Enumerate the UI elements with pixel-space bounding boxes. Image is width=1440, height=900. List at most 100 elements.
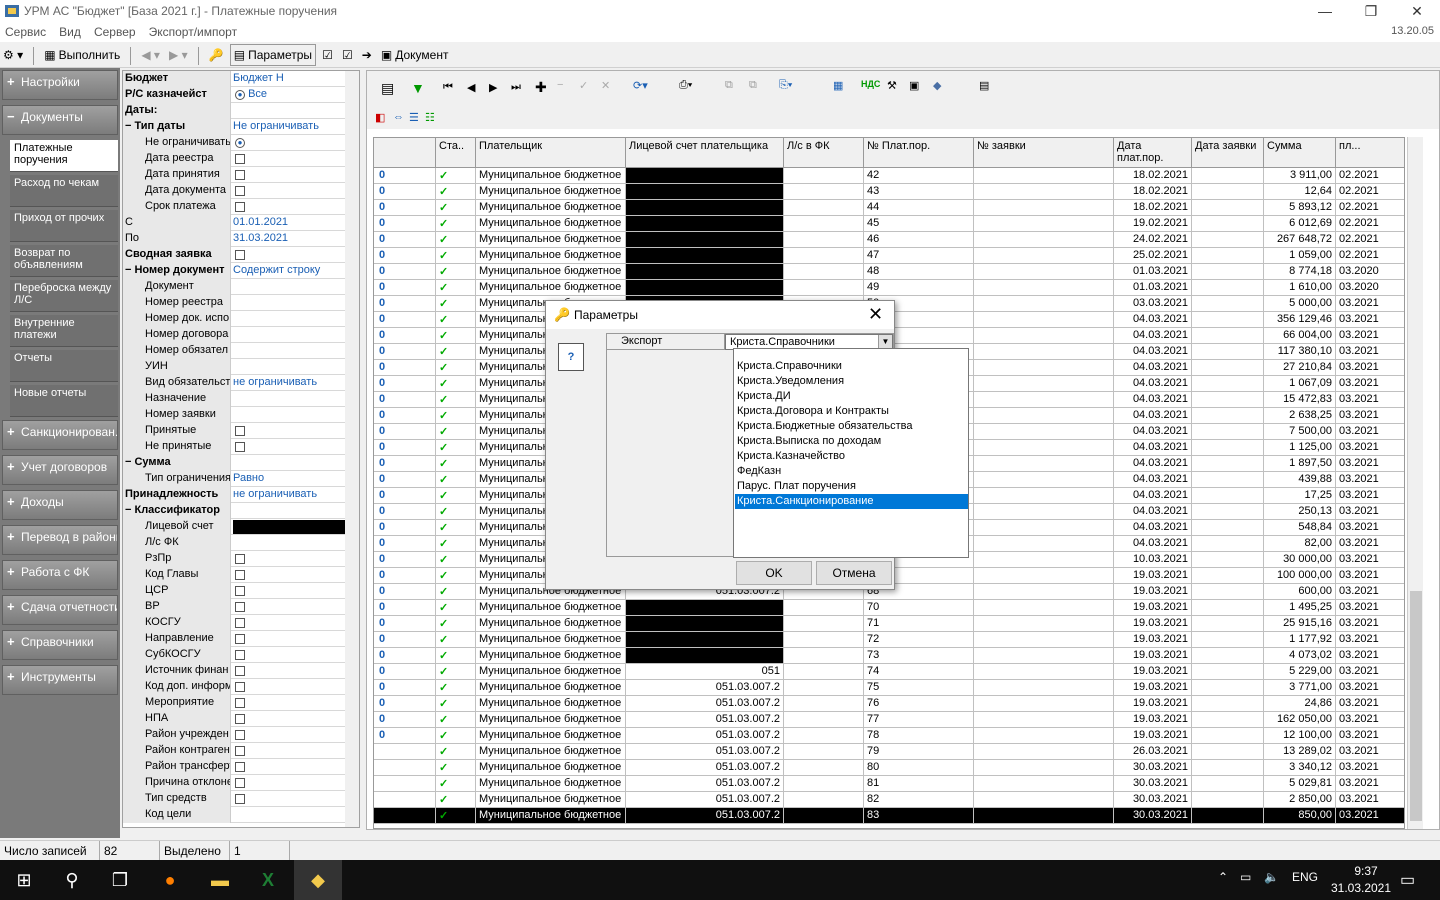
column-header[interactable]: Сумма (1264, 138, 1336, 168)
filter-checkbox[interactable] (233, 600, 345, 615)
paste-icon[interactable]: ⧉ (749, 79, 757, 92)
filter-value[interactable]: Равно (233, 472, 345, 484)
clipboard-icon[interactable]: ⎘▾ (779, 79, 792, 92)
table-row[interactable]: 0 ✓ Муниципальное бюджетное 46 24.02.2021 267… (374, 232, 1404, 248)
sidebar-subitem[interactable]: Приход от прочих (10, 210, 118, 242)
clock-time[interactable]: 9:37 (1336, 864, 1396, 878)
filter-checkbox[interactable] (233, 440, 345, 455)
params-button[interactable]: ▤ Параметры (229, 44, 317, 66)
windows-start-icon[interactable]: ⊞ (0, 860, 48, 900)
filter-value[interactable]: Содержит строку (233, 264, 345, 276)
filter-row[interactable]: Номер док. испо (123, 311, 345, 327)
table-row[interactable]: 0 ✓ Муниципальное бюджетное 45 19.02.2021 6 0… (374, 216, 1404, 232)
table-row[interactable]: 0 ✓ Муниципальное бюджетное 47 25.02.2021 1 0… (374, 248, 1404, 264)
filter-row[interactable]: НПА (123, 711, 345, 727)
notifications-icon[interactable]: ▭ (1400, 870, 1415, 890)
column-header[interactable]: Дата плат.пор. (1114, 138, 1192, 168)
table-row[interactable]: 0 ✓ Муниципальное бюджетное 49 01.03.2021 1 6… (374, 280, 1404, 296)
firefox-icon[interactable]: ● (146, 860, 194, 900)
table-row[interactable]: 0 ✓ Муниципальное бюджетное 42 18.02.2021 3 9… (374, 168, 1404, 184)
checkbox-icon[interactable] (235, 634, 245, 644)
sidebar-group[interactable]: + Инструменты (2, 665, 118, 695)
filter-row[interactable]: Источник финан (123, 663, 345, 679)
filter-row[interactable]: Не ограничивать ● (123, 135, 345, 151)
radio-icon[interactable]: ● (235, 90, 245, 100)
menu-server[interactable]: Сервер (89, 22, 141, 42)
sidebar-subitem[interactable]: Возврат по объявлениям (10, 245, 118, 277)
execute-button[interactable]: ▦ Выполнить (41, 44, 123, 66)
filter-checkbox[interactable] (233, 568, 345, 583)
network-icon[interactable]: ▭ (1240, 870, 1251, 884)
filter-checkbox[interactable] (233, 664, 345, 679)
checkbox-icon[interactable] (235, 250, 245, 260)
table-row[interactable]: 0 ✓ Муниципальное бюджетное 051.03.007.2 76 1… (374, 696, 1404, 712)
list-icon[interactable]: ☰ (409, 111, 419, 124)
filter-row[interactable]: Назначение (123, 391, 345, 407)
filter-row[interactable]: Р/С казначейст ● Все (123, 87, 345, 103)
vat-icon[interactable]: НДС (861, 79, 880, 89)
filter-checkbox[interactable] (233, 728, 345, 743)
sidebar-subitem[interactable]: Платежные поручения (10, 140, 118, 172)
column-header[interactable]: пл... (1336, 138, 1404, 168)
back-icon[interactable]: ◀ ▾ (138, 44, 163, 66)
table-row[interactable]: ✓ Муниципальное бюджетное 051.03.007.2 79 26… (374, 744, 1404, 760)
refresh-icon[interactable]: ⟳▾ (633, 79, 648, 92)
checkbox-icon[interactable] (235, 650, 245, 660)
table-row[interactable]: 0 ✓ Муниципальное бюджетное 73 19.03.2021 4 0… (374, 648, 1404, 664)
checkbox-icon[interactable] (235, 426, 245, 436)
column-header[interactable]: Лицевой счет плательщика (626, 138, 784, 168)
table-row[interactable]: ✓ Муниципальное бюджетное 051.03.007.2 83 30… (374, 808, 1404, 824)
dropdown-option[interactable]: Криста.Уведомления (735, 374, 968, 389)
filter-value[interactable]: не ограничивать (233, 376, 345, 388)
filter-row[interactable]: Тип средств (123, 791, 345, 807)
checkbox-icon[interactable] (235, 666, 245, 676)
add-icon[interactable]: ✚ (535, 79, 547, 96)
remove-icon[interactable]: − (557, 79, 563, 91)
sidebar-subitem[interactable]: Переброска между Л/С (10, 280, 118, 312)
dialog-close-icon[interactable]: ✕ (868, 304, 883, 325)
column-header[interactable]: № Плат.пор. (864, 138, 974, 168)
export-dropdown-list[interactable]: Криста.Справочники Криста.Уведомления Крис… (733, 348, 969, 558)
filter-value[interactable]: 31.03.2021 (233, 232, 345, 244)
filter-row[interactable]: Дата документа (123, 183, 345, 199)
checkbox-icon[interactable] (235, 186, 245, 196)
checkbox-icon[interactable] (235, 730, 245, 740)
filter-checkbox[interactable] (233, 744, 345, 759)
dropdown-option[interactable]: Криста.Санкционирование (735, 494, 968, 509)
filter-row[interactable]: Номер обязател (123, 343, 345, 359)
sidebar-group[interactable]: + Настройки (2, 70, 118, 100)
table-row[interactable]: ✓ Муниципальное бюджетное 051.03.007.2 80 30… (374, 760, 1404, 776)
checkbox-icon[interactable] (235, 570, 245, 580)
sidebar-group[interactable]: + Доходы (2, 490, 118, 520)
dropdown-option[interactable]: Криста.Справочники (735, 359, 968, 374)
filter-row[interactable]: Принадлежность не ограничивать (123, 487, 345, 503)
filter-row[interactable]: По 31.03.2021 (123, 231, 345, 247)
filter-row[interactable]: Дата реестра (123, 151, 345, 167)
menu-service[interactable]: Сервис (0, 22, 51, 42)
next-record-icon[interactable]: ▶ (489, 81, 497, 94)
table-row[interactable]: ✓ Муниципальное бюджетное 051.03.007.2 82 30… (374, 792, 1404, 808)
table-row[interactable]: ✓ Муниципальное бюджетное 051.03.007.2 81 30… (374, 776, 1404, 792)
volume-icon[interactable]: 🔈 (1264, 870, 1279, 884)
checklist-icon[interactable]: ☷ (425, 111, 435, 124)
filter-row[interactable]: С 01.01.2021 (123, 215, 345, 231)
dropdown-option[interactable]: Криста.Выписка по доходам (735, 434, 968, 449)
filter-checkbox[interactable] (233, 696, 345, 711)
filter-row[interactable]: Л/с ФК (123, 535, 345, 551)
calc-icon[interactable]: ▣ (909, 79, 919, 92)
column-header[interactable]: № заявки (974, 138, 1114, 168)
filter-checkbox[interactable] (233, 680, 345, 695)
checkbox-icon[interactable] (235, 746, 245, 756)
copy-icon[interactable]: ⧉ (725, 79, 733, 92)
filter-checkbox[interactable] (233, 168, 345, 183)
dropdown-option[interactable]: Парус. Плат поручения (735, 479, 968, 494)
search-icon[interactable]: ⚲ (48, 860, 96, 900)
settings-icon[interactable]: ⚙ ▾ (0, 44, 26, 66)
book-icon[interactable]: ◆ (933, 79, 941, 92)
filter-radio[interactable]: ● Все (233, 88, 345, 100)
checkbox-icon[interactable] (235, 170, 245, 180)
filter-row[interactable]: Даты: (123, 103, 345, 119)
column-header[interactable]: Плательщик (476, 138, 626, 168)
filter-value[interactable]: 01.01.2021 (233, 216, 345, 228)
filter-row[interactable]: Номер договора (123, 327, 345, 343)
